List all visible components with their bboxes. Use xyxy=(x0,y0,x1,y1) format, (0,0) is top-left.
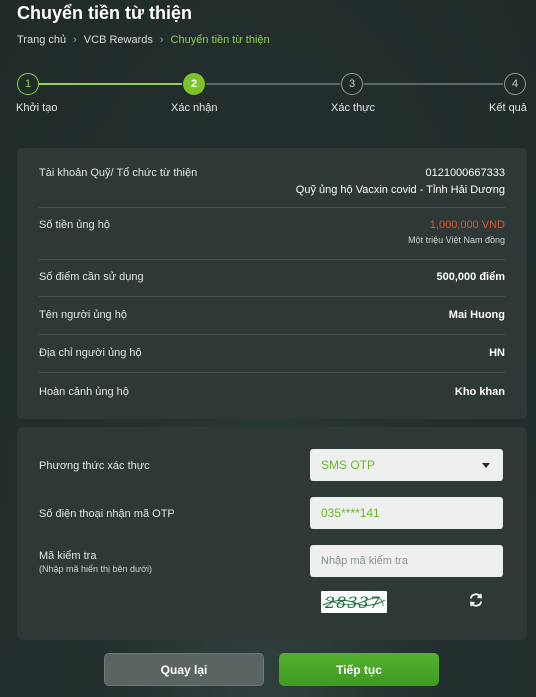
chevron-down-icon xyxy=(482,463,490,468)
captcha-input[interactable]: Nhập mã kiểm tra xyxy=(310,545,503,577)
amount-in-words: Một triệu Việt Nam đồng xyxy=(408,235,505,245)
info-row-amount: Số tiền ủng hộ 1,000,000 VND Một triệu V… xyxy=(39,208,505,260)
step-2-circle: 2 xyxy=(183,73,205,95)
continue-button[interactable]: Tiếp tục xyxy=(279,653,439,686)
account-number: 0121000667333 xyxy=(425,167,505,179)
back-button[interactable]: Quay lại xyxy=(104,653,264,686)
account-name: Quỹ ủng hộ Vacxin covid - Tỉnh Hải Dương xyxy=(295,184,505,196)
breadcrumb-section-link[interactable]: VCB Rewards xyxy=(84,34,153,46)
step-connector-2-3 xyxy=(206,83,340,85)
step-3-circle: 3 xyxy=(341,73,363,95)
situation-value: Kho khan xyxy=(454,386,505,398)
captcha-label: Mã kiểm tra xyxy=(39,550,97,562)
otp-phone-field: 035****141 xyxy=(310,497,503,529)
breadcrumb-home-link[interactable]: Trang chủ xyxy=(17,34,66,46)
address-label: Địa chỉ người ủng hộ xyxy=(39,347,142,359)
auth-method-value: SMS OTP xyxy=(321,458,376,472)
step-4-circle: 4 xyxy=(504,73,526,95)
info-row-situation: Hoàn cảnh ủng hộ Kho khan xyxy=(39,373,505,413)
points-label: Số điểm cần sử dụng xyxy=(39,271,144,283)
transfer-info-panel: Tài khoản Quỹ/ Tổ chức từ thiện 01210006… xyxy=(17,148,527,419)
breadcrumb-separator: › xyxy=(73,34,77,46)
breadcrumb-current: Chuyển tiền từ thiện xyxy=(170,34,270,46)
step-connector-1-2 xyxy=(39,83,182,85)
page-title: Chuyển tiền từ thiện xyxy=(17,3,193,23)
step-3-label: Xác thực xyxy=(331,102,376,114)
info-row-donor: Tên người ủng hộ Mai Huong xyxy=(39,297,505,335)
captcha-image: 28337 xyxy=(321,591,387,613)
otp-phone-value: 035****141 xyxy=(321,506,380,520)
donor-label: Tên người ủng hộ xyxy=(39,309,127,321)
step-4-label: Kết quả xyxy=(489,102,527,114)
address-value: HN xyxy=(489,347,505,359)
info-row-address: Địa chỉ người ủng hộ HN xyxy=(39,335,505,373)
auth-method-label: Phương thức xác thực xyxy=(39,460,150,472)
amount-label: Số tiền ủng hộ xyxy=(39,219,110,231)
captcha-code: 28337 xyxy=(325,593,381,612)
amount-value: 1,000,000 VND xyxy=(429,219,505,231)
step-connector-3-4 xyxy=(364,83,503,85)
step-1-circle: 1 xyxy=(17,73,39,95)
step-2-label: Xác nhận xyxy=(171,102,218,114)
captcha-placeholder: Nhập mã kiểm tra xyxy=(321,555,408,567)
breadcrumb: Trang chủ › VCB Rewards › Chuyển tiền từ… xyxy=(17,34,270,46)
points-value: 500,000 điểm xyxy=(436,271,506,283)
auth-method-select[interactable]: SMS OTP xyxy=(310,449,503,481)
progress-stepper: 1 2 3 4 Khởi tạo Xác nhận Xác thực Kết q… xyxy=(0,70,536,120)
otp-phone-label: Số điện thoại nhận mã OTP xyxy=(39,508,175,520)
refresh-icon[interactable] xyxy=(467,591,485,609)
info-row-points: Số điểm cần sử dụng 500,000 điểm xyxy=(39,260,505,297)
breadcrumb-separator: › xyxy=(159,34,164,46)
info-row-account: Tài khoản Quỹ/ Tổ chức từ thiện 01210006… xyxy=(39,148,505,208)
step-1-label: Khởi tạo xyxy=(16,102,58,114)
situation-label: Hoàn cảnh ủng hộ xyxy=(39,386,129,398)
authentication-panel: Phương thức xác thực SMS OTP Số điện tho… xyxy=(17,427,527,640)
account-label: Tài khoản Quỹ/ Tổ chức từ thiện xyxy=(39,167,198,179)
donor-value: Mai Huong xyxy=(448,309,505,321)
captcha-hint: (Nhập mã hiển thị bên dưới) xyxy=(39,564,152,574)
